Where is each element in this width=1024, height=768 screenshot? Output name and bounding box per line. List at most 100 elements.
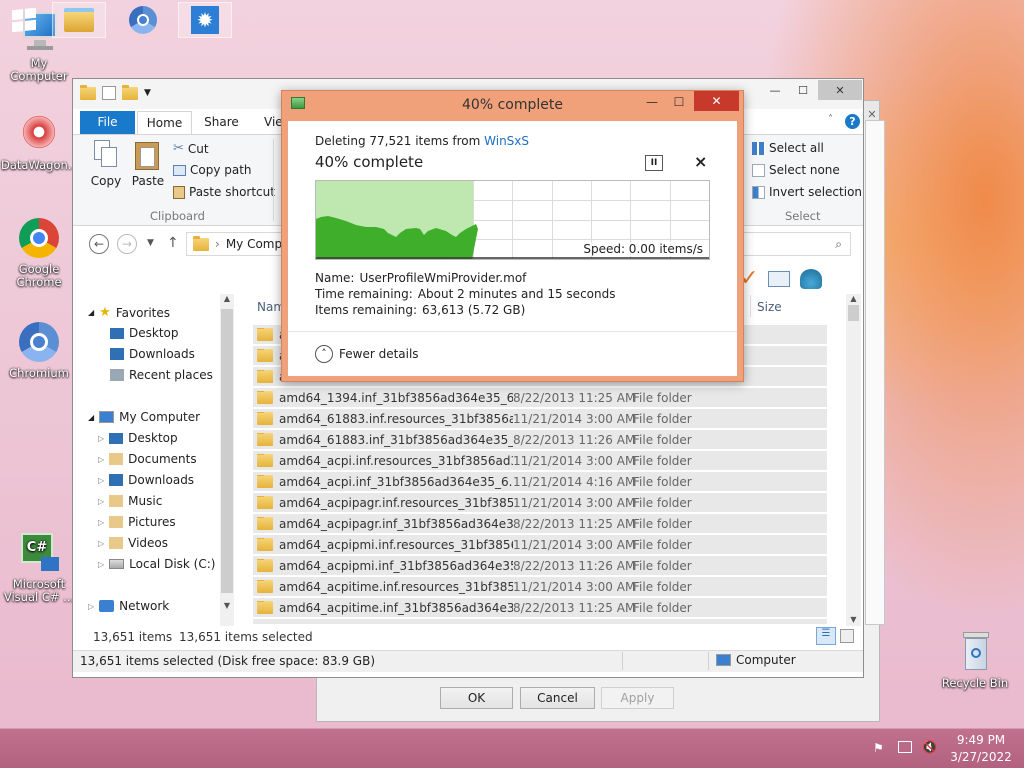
invert-selection-button[interactable]: Invert selection xyxy=(752,185,862,199)
close-button[interactable]: ✕ xyxy=(818,80,862,100)
table-row[interactable]: amd64_acpipagr.inf.resources_31bf3856a..… xyxy=(253,492,827,512)
nav-my-computer[interactable]: ◢ My Computer xyxy=(88,410,200,424)
table-row[interactable]: amd64_acpipmi.inf_31bf3856ad364e35_6....… xyxy=(253,555,827,575)
copy-path-button[interactable]: Copy path xyxy=(173,163,252,177)
table-row[interactable]: amd64_acpipmi.inf.resources_31bf3856a...… xyxy=(253,534,827,554)
clock-time[interactable]: 9:49 PM xyxy=(953,733,1009,747)
nav-favorites[interactable]: ◢ ★ Favorites xyxy=(88,305,170,320)
fewer-details-button[interactable]: ˄ Fewer details xyxy=(315,345,419,363)
tray-action-center-icon[interactable]: ⚑ xyxy=(873,741,884,755)
scroll-thumb[interactable] xyxy=(221,309,233,593)
start-button[interactable] xyxy=(0,2,48,38)
expand-ribbon-icon[interactable]: ˄ xyxy=(828,114,833,125)
taskbar-chromium[interactable] xyxy=(116,2,170,38)
help-icon[interactable]: ? xyxy=(845,114,860,129)
table-row[interactable]: amd64_acpi.inf_31bf3856ad364e35_6.3.96..… xyxy=(253,471,827,491)
cut-button[interactable]: ✂ Cut xyxy=(173,141,209,156)
desktop-icon-datawagon[interactable]: DataWagon... xyxy=(1,112,79,172)
nav-computer-videos[interactable]: ▷ Videos xyxy=(98,536,168,550)
table-row[interactable]: amd64_61883.inf.resources_31bf3856ad3...… xyxy=(253,408,827,428)
tab-share[interactable]: Share xyxy=(194,111,249,134)
back-button[interactable]: ← xyxy=(89,234,109,254)
scroll-thumb[interactable] xyxy=(848,305,859,321)
file-name: amd64_acpipmi.inf.resources_31bf3856a... xyxy=(279,537,513,552)
tab-home[interactable]: Home xyxy=(137,111,192,134)
maximize-button[interactable]: ☐ xyxy=(667,92,691,112)
desktop-icon-chromium[interactable]: Chromium xyxy=(1,320,77,380)
keyboard-icon[interactable] xyxy=(768,270,791,287)
file-date: 11/21/2014 3:00 AM xyxy=(513,495,636,510)
nav-scrollbar[interactable]: ▲ ▼ xyxy=(220,294,234,626)
minimize-button[interactable]: — xyxy=(640,92,664,112)
cancel-button[interactable]: Cancel xyxy=(520,687,595,709)
chrome-icon xyxy=(17,216,61,260)
file-list-scrollbar[interactable]: ▲ ▼ xyxy=(846,294,861,626)
table-row[interactable]: amd64_1394.inf_31bf3856ad364e35_6.3.9...… xyxy=(253,387,827,407)
folder-icon xyxy=(257,495,273,509)
select-all-button[interactable]: Select all xyxy=(752,141,824,155)
nav-computer-pictures[interactable]: ▷ Pictures xyxy=(98,515,176,529)
quick-access-toolbar[interactable]: ▼ xyxy=(80,84,151,100)
table-row[interactable]: amd64_acpi.inf.resources_31bf3856ad364..… xyxy=(253,450,827,470)
minimize-button[interactable]: — xyxy=(762,80,788,100)
close-button[interactable]: ✕ xyxy=(694,91,739,111)
folder-icon xyxy=(257,600,273,614)
properties-icon[interactable] xyxy=(102,86,116,100)
taskbar-app[interactable]: ✹ xyxy=(178,2,232,38)
paste-shortcut-icon xyxy=(173,185,185,199)
paste-button[interactable]: Paste xyxy=(129,140,167,188)
clock-date[interactable]: 3/27/2022 xyxy=(950,750,1012,764)
tab-view[interactable]: View xyxy=(252,111,282,134)
apply-button[interactable]: Apply xyxy=(601,687,674,709)
nav-fav-recent[interactable]: Recent places xyxy=(110,368,213,382)
scroll-up-icon[interactable]: ▲ xyxy=(846,294,861,303)
desktop-icon-google-chrome[interactable]: Google Chrome xyxy=(1,216,77,289)
shell-icon[interactable] xyxy=(800,268,823,289)
scroll-up-icon[interactable]: ▲ xyxy=(220,294,234,303)
taskbar-explorer[interactable] xyxy=(52,2,106,38)
nav-computer-music[interactable]: ▷ Music xyxy=(98,494,162,508)
desktop-icon-visual-csharp[interactable]: C# Microsoft Visual C# ... xyxy=(1,531,77,604)
pause-button[interactable]: II xyxy=(645,155,663,171)
details-view-icon[interactable]: ☰ xyxy=(816,627,836,645)
up-button[interactable]: ↑ xyxy=(167,235,179,251)
paste-shortcut-button[interactable]: Paste shortcut xyxy=(173,185,275,199)
expand-icon: ▷ xyxy=(98,496,105,506)
table-row[interactable]: amd64_acpitime.inf.resources_31bf3856a..… xyxy=(253,576,827,596)
search-icon[interactable]: ⌕ xyxy=(835,237,842,252)
cancel-operation-button[interactable]: × xyxy=(694,152,707,171)
clipboard-group-label: Clipboard xyxy=(150,209,205,223)
nav-computer-desktop[interactable]: ▷ Desktop xyxy=(98,431,178,445)
nav-fav-desktop[interactable]: Desktop xyxy=(110,326,179,340)
maximize-button[interactable]: ☐ xyxy=(790,80,816,100)
chevron-down-icon[interactable]: ▼ xyxy=(144,88,151,98)
source-link[interactable]: WinSxS xyxy=(484,134,529,148)
recent-locations-chevron-icon[interactable]: ▼ xyxy=(147,238,154,248)
tray-network-icon[interactable] xyxy=(898,741,912,753)
tray-volume-icon[interactable]: 🔇 xyxy=(922,740,937,754)
select-none-button[interactable]: Select none xyxy=(752,163,840,177)
nav-computer-documents[interactable]: ▷ Documents xyxy=(98,452,197,466)
nav-fav-downloads[interactable]: Downloads xyxy=(110,347,195,361)
table-row[interactable]: amd64_61883.inf_31bf3856ad364e35_6.3....… xyxy=(253,429,827,449)
tab-file[interactable]: File xyxy=(80,111,135,134)
file-explorer-icon xyxy=(64,8,94,32)
copy-icon xyxy=(94,140,118,168)
scroll-down-icon[interactable]: ▼ xyxy=(220,601,234,610)
file-name: amd64_1394.inf_31bf3856ad364e35_6.3.9... xyxy=(279,390,513,405)
large-icons-view-icon[interactable] xyxy=(840,629,854,643)
table-row[interactable]: amd64_acpipagr.inf_31bf3856ad364e35_6...… xyxy=(253,513,827,533)
scroll-down-icon[interactable]: ▼ xyxy=(846,615,861,624)
copy-button[interactable]: Copy xyxy=(88,140,124,188)
new-folder-icon[interactable] xyxy=(122,84,138,100)
forward-button[interactable]: → xyxy=(117,234,137,254)
ok-button[interactable]: OK xyxy=(440,687,513,709)
table-row[interactable]: amd64_acpitime.inf_31bf3856ad364e35_6...… xyxy=(253,597,827,617)
nav-computer-downloads[interactable]: ▷ Downloads xyxy=(98,473,194,487)
column-header-size[interactable]: Size xyxy=(757,300,782,314)
nav-computer-local-disk[interactable]: ▷ Local Disk (C:) xyxy=(98,557,215,571)
details-divider xyxy=(288,331,737,332)
nav-network[interactable]: ▷ Network xyxy=(88,599,169,613)
folder-icon xyxy=(257,432,273,446)
desktop-icon-recycle-bin[interactable]: Recycle Bin xyxy=(937,630,1013,690)
